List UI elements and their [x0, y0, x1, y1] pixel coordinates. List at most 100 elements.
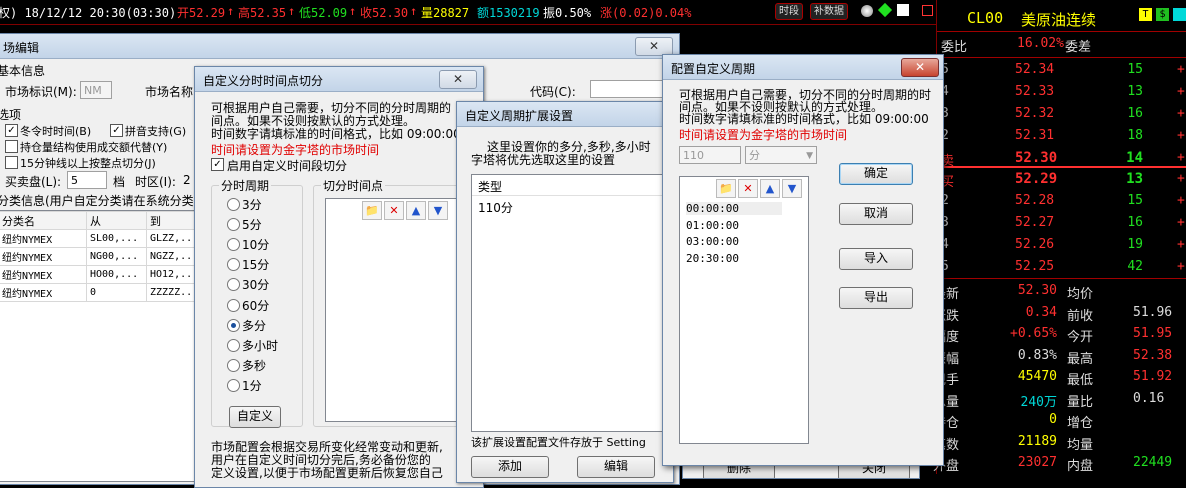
winter-time-checkbox[interactable]: ✓ [5, 124, 18, 137]
import-button[interactable]: 导入 [839, 248, 913, 270]
low-price: 低52.09 [299, 6, 348, 20]
period-type-list[interactable]: 类型 110分 [471, 174, 669, 432]
buy-order-row: 5 52.25 42 + [941, 259, 1185, 274]
list-item[interactable]: 20:30:00 [686, 252, 739, 265]
period-radio-label: 1分 [242, 378, 262, 393]
flag-t-icon[interactable]: T [1139, 8, 1152, 21]
period-radio-label: 多分 [242, 318, 267, 333]
move-up-icon[interactable]: ▲ [406, 201, 426, 220]
close-icon[interactable]: ✕ [439, 70, 477, 89]
cancel-button[interactable]: 取消 [839, 203, 913, 225]
period-radio[interactable] [227, 358, 240, 372]
close-icon[interactable]: ✕ [901, 58, 939, 77]
list-header: 类型 [472, 175, 668, 196]
config-period-window: 配置自定义周期 ✕ 可根据用户自己需要，切分不同的分时周期的时 间点。如果不设则… [662, 54, 944, 466]
table-cell: NG00,... [86, 247, 147, 266]
period-button[interactable]: 时段 [775, 3, 803, 20]
enable-split-checkbox[interactable]: ✓ [211, 158, 224, 171]
buy-order-row: 买 52.29 13 + [941, 171, 1185, 190]
quote-panel: CL00 美原油连续 T $ 委比 16.02% 委差 5 52.34 15 + 4 52… [933, 0, 1186, 474]
white-square-icon[interactable] [897, 4, 909, 16]
table-cell: ZZZZZ... [146, 283, 195, 302]
symbol-header: CL00 美原油连续 T $ [937, 6, 1186, 29]
sell-order-row: 3 52.32 16 + [941, 106, 1185, 121]
table-cell: HO00,... [86, 265, 147, 284]
stat-row: 持仓 0 增仓 [933, 412, 1094, 431]
table-cell: 纽约NYMEX [0, 265, 87, 284]
extension-window: 自定义周期扩展设置 这里设置你的多分,多秒,多小时 字塔将优先选取这里的设置 类… [456, 101, 674, 483]
table-cell: 0 [86, 283, 147, 302]
time-points-list[interactable]: 📁 ✕ ▲ ▼ 00:00:00 01:00:00 03:00:00 20:30:00 [679, 176, 809, 444]
tick-mark: + [1177, 62, 1185, 77]
table-cell: 纽约NYMEX [0, 283, 87, 302]
list-item[interactable]: 110分 [478, 199, 513, 216]
delete-icon[interactable]: ✕ [738, 179, 758, 198]
stat-row: 现手 45470 最低 51.92 [933, 369, 1173, 388]
maximize-icon[interactable] [922, 5, 933, 16]
table-cell: GLZZ,... [146, 229, 195, 248]
weibi-row: 委比 16.02% 委差 [941, 36, 1092, 55]
high-price: 高52.35 [238, 6, 287, 20]
market-id-field[interactable]: NM [80, 81, 112, 99]
folder-icon[interactable]: 📁 [716, 179, 736, 198]
diamond-icon[interactable] [877, 2, 893, 18]
ok-button[interactable]: 确定 [839, 163, 913, 185]
stat-row: 外盘 23027 内盘 22449 [933, 455, 1173, 474]
close-price: 收52.30 [360, 6, 409, 20]
up-arrow-icon: ↑ [349, 4, 357, 18]
add-button[interactable]: 添加 [471, 456, 549, 478]
gear-icon[interactable] [861, 5, 873, 17]
period-value-field[interactable]: 110 [679, 146, 741, 164]
buy-order-row: 2 52.28 15 + [941, 193, 1185, 208]
window-title: 自定义周期扩展设置 [465, 109, 574, 123]
period-radio-label: 5分 [242, 218, 262, 233]
period-radio[interactable] [227, 318, 240, 332]
table-row[interactable]: 纽约NYMEX HO00,... HO12,... [0, 265, 195, 284]
table-row[interactable]: 纽约NYMEX NG00,... NGZZ,... [0, 247, 195, 266]
buy-order-row: 3 52.27 16 + [941, 215, 1185, 230]
unit-select[interactable]: 分 ▼ [745, 146, 817, 164]
category-table[interactable]: 分类名从到 纽约NYMEX SL00,... GLZZ,... 纽约NYMEX NG00… [0, 210, 195, 482]
list-item[interactable]: 01:00:00 [686, 219, 739, 232]
tick-mark: + [1177, 150, 1185, 165]
fill-data-button[interactable]: 补数据 [810, 3, 848, 20]
period-radio[interactable] [227, 218, 240, 232]
split-points-list[interactable]: 📁 ✕ ▲ ▼ [325, 198, 463, 422]
column-header[interactable]: 到 [146, 211, 195, 230]
tick-mark: + [1177, 128, 1185, 143]
period-text: 权) 18/12/12 20:30(03:30) [0, 6, 177, 20]
custom-button[interactable]: 自定义 [229, 406, 281, 428]
move-down-icon[interactable]: ▼ [782, 179, 802, 198]
window-title: 场编辑 [3, 41, 40, 55]
column-header[interactable]: 从 [86, 211, 147, 230]
table-row[interactable]: 纽约NYMEX 0 ZZZZZ... [0, 283, 195, 302]
hourly-split-checkbox[interactable] [5, 156, 18, 169]
tick-mark: + [1177, 84, 1185, 99]
move-down-icon[interactable]: ▼ [428, 201, 448, 220]
pinyin-checkbox[interactable]: ✓ [110, 124, 123, 137]
flag-s-icon[interactable]: $ [1156, 8, 1169, 21]
period-radio[interactable] [227, 338, 240, 352]
period-radio[interactable] [227, 198, 240, 211]
split-window: 自定义分时时间点切分 ✕ 可根据用户自己需要，切分不同的分时周期的 间点。如果不… [194, 66, 484, 488]
flag-icon[interactable] [1173, 8, 1186, 21]
period-radio[interactable] [227, 298, 240, 312]
edit-button[interactable]: 编辑 [577, 456, 655, 478]
move-up-icon[interactable]: ▲ [760, 179, 780, 198]
position-structure-checkbox[interactable] [5, 140, 18, 153]
delete-icon[interactable]: ✕ [384, 201, 404, 220]
sell-order-row: 5 52.34 15 + [941, 62, 1185, 77]
list-item[interactable]: 03:00:00 [686, 235, 739, 248]
export-button[interactable]: 导出 [839, 287, 913, 309]
chevron-down-icon[interactable]: ▼ [806, 147, 813, 165]
table-row[interactable]: 纽约NYMEX SL00,... GLZZ,... [0, 229, 195, 248]
period-radio[interactable] [227, 378, 240, 392]
folder-icon[interactable]: 📁 [362, 201, 382, 220]
period-radio-label: 多小时 [242, 338, 279, 353]
amount: 额1530219 [477, 6, 540, 20]
buy-sell-levels-field[interactable]: 5 [67, 171, 107, 189]
list-item[interactable]: 00:00:00 [686, 202, 782, 215]
period-radio-label: 60分 [242, 298, 270, 313]
column-header[interactable]: 分类名 [0, 211, 87, 230]
period-radio-label: 30分 [242, 278, 270, 293]
